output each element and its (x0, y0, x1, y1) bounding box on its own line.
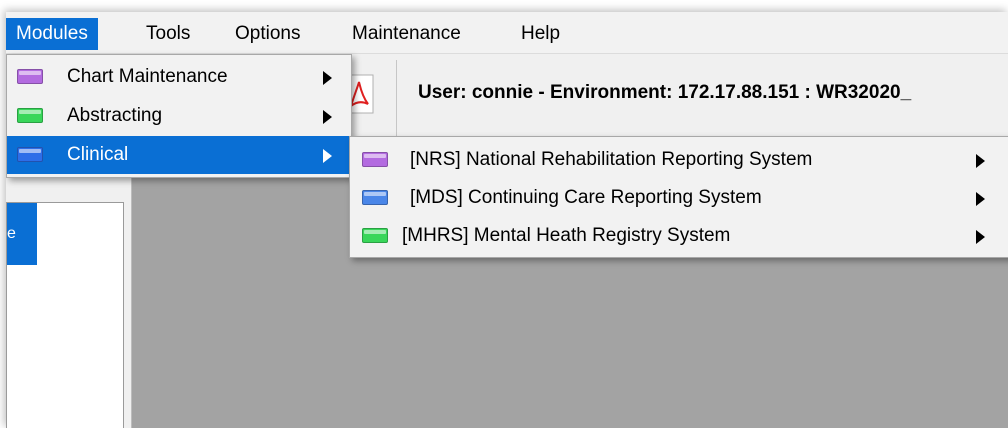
menu-item-mhrs[interactable]: [MHRS] Mental Heath Registry System (350, 217, 1008, 255)
menu-help[interactable]: Help (511, 18, 570, 50)
menu-item-label: Clinical (67, 144, 129, 165)
left-panel: + ✕ e (6, 146, 132, 428)
menu-item-label: [NRS] National Rehabilitation Reporting … (410, 149, 813, 170)
menu-item-nrs[interactable]: [NRS] National Rehabilitation Reporting … (350, 141, 1008, 179)
submenu-arrow-icon (976, 192, 985, 206)
green-folder-icon (362, 228, 388, 243)
menu-tools[interactable]: Tools (136, 18, 200, 50)
application-window: Modules Tools Options Maintenance Help U… (6, 12, 1008, 428)
menu-maintenance[interactable]: Maintenance (342, 18, 471, 50)
menu-item-label: [MHRS] Mental Heath Registry System (402, 225, 731, 246)
submenu-arrow-icon (976, 154, 985, 168)
menu-item-clinical[interactable]: Clinical (7, 136, 351, 174)
menu-item-abstracting[interactable]: Abstracting (7, 97, 351, 135)
submenu-arrow-icon (976, 230, 985, 244)
menu-bar: Modules Tools Options Maintenance Help (6, 12, 1008, 54)
purple-folder-icon (362, 152, 388, 167)
menu-options[interactable]: Options (225, 18, 310, 50)
modules-dropdown: Chart Maintenance Abstracting Clinical (6, 54, 352, 178)
menu-modules[interactable]: Modules (6, 18, 98, 50)
menu-item-label: Chart Maintenance (67, 66, 228, 87)
purple-folder-icon (17, 69, 43, 84)
toolbar-separator (396, 60, 397, 142)
clinical-submenu: [NRS] National Rehabilitation Reporting … (349, 136, 1008, 258)
menu-item-label: Abstracting (67, 105, 163, 126)
menu-item-label: [MDS] Continuing Care Reporting System (410, 187, 762, 208)
blue-folder-icon (362, 190, 388, 205)
selected-list-item[interactable]: e (7, 203, 37, 265)
menu-item-mds[interactable]: [MDS] Continuing Care Reporting System (350, 179, 1008, 217)
module-list[interactable]: e (6, 202, 124, 428)
menu-item-chart-maintenance[interactable]: Chart Maintenance (7, 58, 351, 96)
blue-folder-icon (17, 147, 43, 162)
submenu-arrow-icon (323, 149, 332, 163)
user-environment-label: User: connie - Environment: 172.17.88.15… (418, 82, 912, 103)
green-folder-icon (17, 108, 43, 123)
submenu-arrow-icon (323, 71, 332, 85)
submenu-arrow-icon (323, 110, 332, 124)
